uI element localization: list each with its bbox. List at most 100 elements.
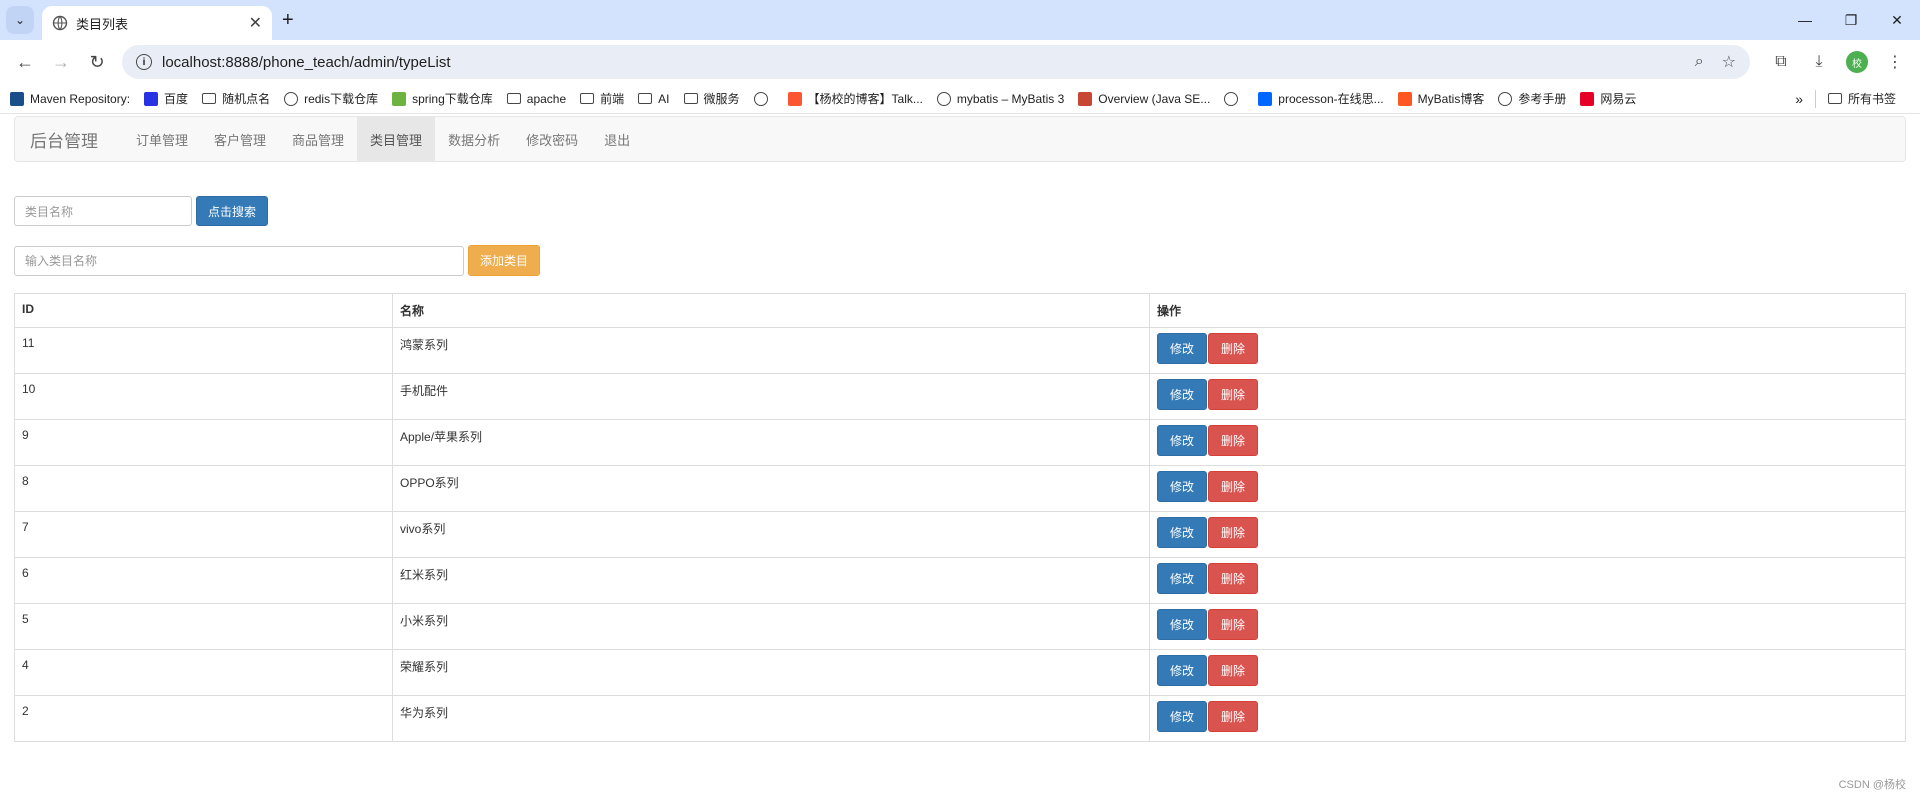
bookmark-item[interactable]: spring下载仓库	[392, 90, 493, 107]
table-row: 9 Apple/苹果系列 修改 删除	[14, 419, 1906, 466]
search-button[interactable]: 点击搜索	[196, 196, 269, 226]
bookmark-item[interactable]: AI	[638, 91, 670, 106]
extensions-icon[interactable]: ⧉	[1764, 45, 1798, 79]
browser-tab[interactable]: 类目列表 ✕	[42, 6, 272, 40]
new-tab-button[interactable]: +	[282, 9, 294, 32]
maven-icon	[10, 91, 24, 106]
restore-icon[interactable]: ❐	[1828, 0, 1874, 40]
bookmark-item[interactable]: 前端	[580, 90, 624, 107]
bookmark-star-icon[interactable]: ☆	[1722, 52, 1736, 72]
nav-link[interactable]: 订单管理	[123, 117, 201, 161]
edit-button[interactable]: 修改	[1157, 701, 1208, 732]
admin-navbar: 后台管理 订单管理 客户管理 商品管理 类目管理 数据分析 修改密码 退出	[14, 116, 1906, 162]
spring-icon	[392, 91, 407, 106]
column-header-id: ID	[14, 293, 393, 328]
download-icon[interactable]: ⤓	[1802, 45, 1836, 79]
bookmark-item[interactable]: 随机点名	[202, 90, 270, 107]
table-row: 10 手机配件 修改 删除	[14, 373, 1906, 420]
bookmark-item[interactable]: redis下载仓库	[284, 90, 378, 107]
oracle-icon	[1078, 91, 1093, 106]
nav-link[interactable]: 客户管理	[201, 117, 279, 161]
bookmark-item[interactable]: Maven Repository:	[10, 91, 130, 106]
minimize-icon[interactable]: —	[1782, 0, 1828, 40]
bookmark-label: AI	[658, 91, 670, 106]
edit-button[interactable]: 修改	[1157, 379, 1208, 410]
netease-icon	[1580, 91, 1595, 106]
bookmark-item[interactable]: processon-在线思...	[1258, 90, 1384, 107]
zoom-icon[interactable]: ⌕	[1695, 53, 1704, 71]
menu-kebab-icon[interactable]: ⋮	[1878, 45, 1912, 79]
bookmark-item[interactable]: 【杨校的博客】Talk...	[787, 90, 923, 107]
tab-search-button[interactable]: ⌄	[6, 6, 34, 34]
category-search-input[interactable]: 类目名称	[14, 196, 192, 226]
globe-icon	[936, 91, 951, 106]
bookmark-item[interactable]: MyBatis博客	[1397, 90, 1484, 107]
delete-button[interactable]: 删除	[1208, 517, 1259, 548]
csdn-icon	[787, 91, 802, 106]
table-row: 11 鸿蒙系列 修改 删除	[14, 327, 1906, 374]
cell-id: 9	[14, 419, 393, 466]
cell-actions: 修改 删除	[1149, 557, 1906, 604]
delete-button[interactable]: 删除	[1208, 701, 1259, 732]
bookmark-item[interactable]: 微服务	[683, 90, 740, 107]
address-bar[interactable]: i localhost:8888/phone_teach/admin/typeL…	[122, 45, 1750, 79]
add-category-button[interactable]: 添加类目	[468, 245, 541, 276]
cell-actions: 修改 删除	[1149, 695, 1906, 742]
bookmark-item[interactable]: 参考手册	[1498, 90, 1566, 107]
tab-title: 类目列表	[76, 16, 129, 32]
delete-button[interactable]: 删除	[1208, 425, 1259, 456]
nav-link[interactable]: 商品管理	[279, 117, 357, 161]
nav-link[interactable]: 类目管理	[357, 117, 436, 161]
delete-button[interactable]: 删除	[1208, 609, 1259, 640]
all-bookmarks-item[interactable]: 所有书签	[1827, 90, 1896, 107]
nav-link[interactable]: 修改密码	[513, 117, 591, 161]
delete-button[interactable]: 删除	[1208, 379, 1259, 410]
edit-button[interactable]: 修改	[1157, 425, 1208, 456]
bookmark-item[interactable]	[1224, 91, 1244, 106]
bookmark-item[interactable]: Overview (Java SE...	[1078, 91, 1210, 106]
cell-name: vivo系列	[392, 511, 1150, 558]
profile-button[interactable]: 校	[1840, 45, 1874, 79]
cell-name: 小米系列	[392, 603, 1150, 650]
table-row: 4 荣耀系列 修改 删除	[14, 649, 1906, 696]
search-form: 类目名称 点击搜索	[14, 196, 269, 226]
globe-icon	[1498, 91, 1513, 106]
table-row: 8 OPPO系列 修改 删除	[14, 465, 1906, 512]
bookmark-item[interactable]: 百度	[144, 90, 188, 107]
edit-button[interactable]: 修改	[1157, 563, 1208, 594]
delete-button[interactable]: 删除	[1208, 563, 1259, 594]
cell-id: 2	[14, 695, 393, 742]
bookmark-item[interactable]: 网易云	[1580, 90, 1636, 107]
baidu-icon	[144, 91, 159, 106]
window-close-icon[interactable]: ✕	[1874, 0, 1920, 40]
cell-name: Apple/苹果系列	[392, 419, 1150, 466]
back-icon[interactable]: ←	[8, 45, 42, 79]
delete-button[interactable]: 删除	[1208, 471, 1259, 502]
edit-button[interactable]: 修改	[1157, 471, 1208, 502]
bookmarks-overflow-button[interactable]: »	[1795, 91, 1803, 107]
edit-button[interactable]: 修改	[1157, 609, 1208, 640]
bookmark-item[interactable]: mybatis – MyBatis 3	[936, 91, 1065, 106]
new-category-input[interactable]: 输入类目名称	[14, 245, 464, 276]
globe-icon	[1224, 91, 1239, 106]
window-controls: — ❐ ✕	[1782, 0, 1920, 40]
nav-link[interactable]: 退出	[591, 117, 643, 161]
reload-icon[interactable]: ↻	[80, 45, 114, 79]
site-info-icon[interactable]: i	[136, 54, 152, 70]
delete-button[interactable]: 删除	[1208, 655, 1259, 686]
delete-button[interactable]: 删除	[1208, 333, 1259, 364]
url-text[interactable]: localhost:8888/phone_teach/admin/typeLis…	[162, 54, 1677, 71]
globe-icon	[284, 91, 299, 106]
cell-id: 5	[14, 603, 393, 650]
edit-button[interactable]: 修改	[1157, 655, 1208, 686]
edit-button[interactable]: 修改	[1157, 333, 1208, 364]
cell-id: 11	[14, 327, 393, 374]
bookmark-item[interactable]: apache	[506, 92, 566, 106]
close-tab-icon[interactable]: ✕	[249, 13, 262, 33]
forward-icon[interactable]: →	[44, 45, 78, 79]
edit-button[interactable]: 修改	[1157, 517, 1208, 548]
bookmark-item[interactable]	[753, 91, 774, 106]
nav-link[interactable]: 数据分析	[435, 117, 513, 161]
bookmark-label: mybatis – MyBatis 3	[956, 91, 1065, 106]
navbar-brand[interactable]: 后台管理	[15, 117, 113, 161]
